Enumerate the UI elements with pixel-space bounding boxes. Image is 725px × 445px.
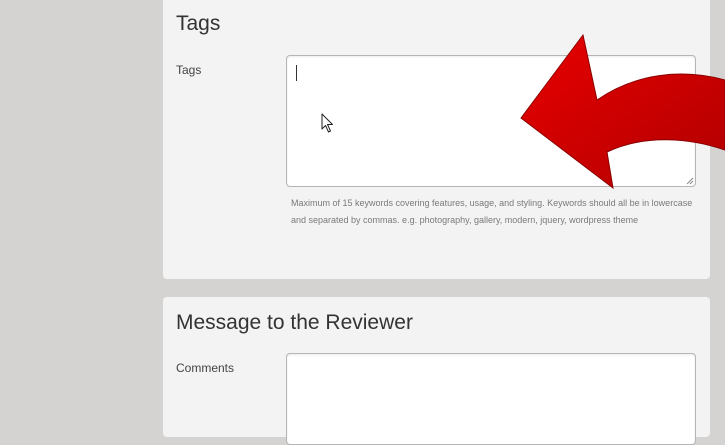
message-section-title: Message to the Reviewer: [176, 311, 413, 334]
mouse-pointer-icon: [321, 113, 333, 133]
comments-field-label: Comments: [176, 361, 235, 375]
tags-field-label: Tags: [176, 63, 202, 77]
message-section-panel: Message to the Reviewer Comments: [163, 297, 710, 445]
text-caret: [296, 65, 297, 81]
tags-section-title: Tags: [176, 12, 221, 35]
red-curved-arrow-icon: [520, 33, 725, 190]
comments-textarea[interactable]: [286, 353, 696, 445]
tags-help-text: Maximum of 15 keywords covering features…: [291, 198, 693, 225]
